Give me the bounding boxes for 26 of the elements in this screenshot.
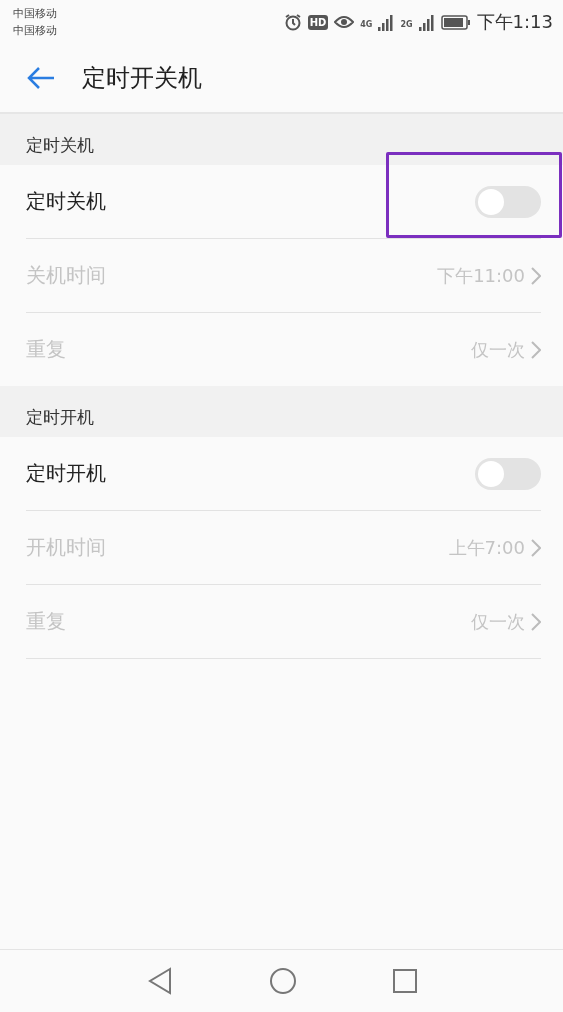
setting-label: 定时开机: [26, 460, 106, 487]
signal-icon: [418, 13, 435, 31]
section-title: 定时开机: [26, 406, 94, 429]
section-title: 定时关机: [26, 134, 94, 157]
carrier-name: 中国移动: [13, 22, 57, 39]
hd-badge: HD: [307, 14, 329, 30]
toggle-switch[interactable]: [475, 457, 541, 490]
network-type: 4G: [360, 20, 373, 29]
setting-label: 定时关机: [26, 188, 106, 215]
back-button[interactable]: [26, 66, 56, 90]
chevron-right-icon: [531, 266, 541, 285]
recents-nav-button[interactable]: [392, 969, 417, 993]
signal-icon: [378, 13, 395, 31]
clock-time: 下午1:13: [476, 10, 553, 34]
page-title: 定时开关机: [82, 63, 202, 94]
eye-icon: [334, 15, 355, 29]
back-nav-button[interactable]: [146, 967, 173, 995]
network-type: 2G: [400, 20, 413, 29]
chevron-right-icon: [531, 340, 541, 359]
chevron-right-icon: [531, 538, 541, 557]
home-nav-button[interactable]: [268, 967, 297, 995]
battery-icon: [440, 14, 471, 30]
alarm-icon: [283, 13, 302, 31]
toggle-switch[interactable]: [475, 185, 541, 218]
chevron-right-icon: [531, 612, 541, 631]
carrier-name: 中国移动: [13, 5, 57, 22]
